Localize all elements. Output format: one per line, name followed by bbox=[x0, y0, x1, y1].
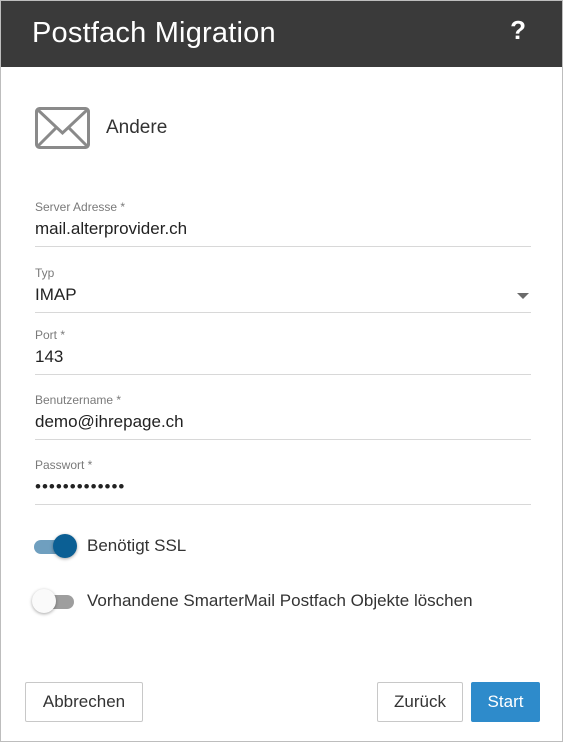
provider-row: Andere bbox=[35, 107, 167, 149]
delete-toggle-knob bbox=[32, 589, 56, 613]
port-input[interactable]: 143 bbox=[35, 346, 531, 374]
server-address-label: Server Adresse * bbox=[35, 200, 126, 214]
port-label: Port * bbox=[35, 328, 66, 342]
ssl-toggle[interactable] bbox=[32, 533, 77, 559]
password-input[interactable]: ••••••••••••• bbox=[35, 476, 531, 504]
chevron-down-icon[interactable] bbox=[517, 293, 529, 299]
server-address-field: Server Adresse * mail.alterprovider.ch bbox=[35, 200, 531, 247]
provider-name: Andere bbox=[106, 117, 168, 138]
migration-dialog: Postfach Migration ? Andere Server Adres… bbox=[0, 0, 563, 742]
type-label: Typ bbox=[35, 266, 55, 280]
username-field: Benutzername * demo@ihrepage.ch bbox=[35, 393, 531, 440]
dialog-title: Postfach Migration bbox=[32, 17, 276, 49]
password-field: Passwort * ••••••••••••• bbox=[35, 458, 531, 505]
ssl-toggle-label: Benötigt SSL bbox=[87, 536, 187, 555]
help-button[interactable]: ? bbox=[510, 15, 526, 46]
type-select[interactable]: IMAP bbox=[35, 284, 531, 312]
type-field: Typ IMAP bbox=[35, 266, 531, 313]
cancel-button[interactable]: Abbrechen bbox=[25, 682, 143, 722]
envelope-icon bbox=[35, 107, 90, 149]
delete-toggle-row[interactable]: Vorhandene SmarterMail Postfach Objekte … bbox=[32, 588, 473, 614]
delete-toggle-label: Vorhandene SmarterMail Postfach Objekte … bbox=[87, 591, 473, 610]
ssl-toggle-row[interactable]: Benötigt SSL bbox=[32, 533, 186, 559]
username-input[interactable]: demo@ihrepage.ch bbox=[35, 411, 531, 439]
back-button[interactable]: Zurück bbox=[377, 682, 463, 722]
password-label: Passwort * bbox=[35, 458, 93, 472]
server-address-input[interactable]: mail.alterprovider.ch bbox=[35, 218, 531, 246]
username-label: Benutzername * bbox=[35, 393, 122, 407]
dialog-header: Postfach Migration ? bbox=[1, 1, 562, 67]
start-button[interactable]: Start bbox=[471, 682, 540, 722]
delete-objects-toggle[interactable] bbox=[32, 588, 76, 614]
port-field: Port * 143 bbox=[35, 328, 531, 375]
ssl-toggle-knob bbox=[53, 534, 77, 558]
